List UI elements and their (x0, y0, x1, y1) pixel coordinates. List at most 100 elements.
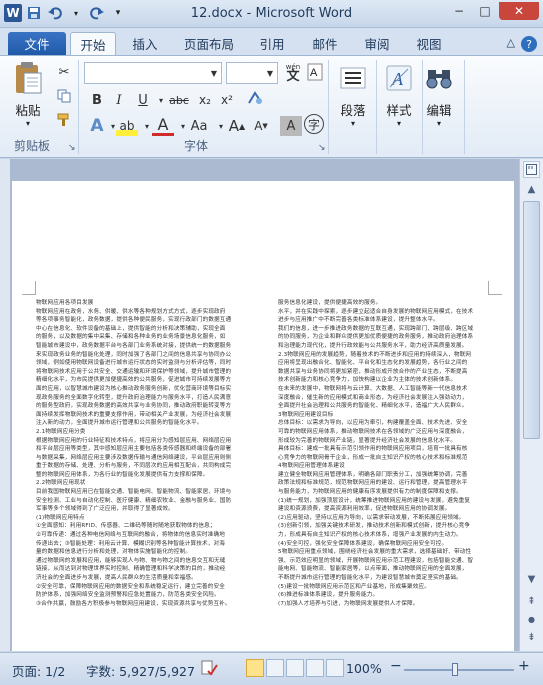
document-text-line: 我们的信息，进一步推进政务数据的互联互通，实现跨部门、跨层级、跨区域 (278, 325, 474, 332)
document-text-line: 应用将呈现出融合化、智能化、平台化和生态化的发展趋势，各行业之间的 (278, 360, 468, 367)
outline-view-icon[interactable] (306, 659, 324, 677)
text-column-right: 服务信息化建设，提供便捷高效的服务。 水平，并在实践中探索，逐步建立起适合自身发展… (278, 299, 484, 608)
document-text-line: ②可靠传递：通过各种电信网络与互联网的融合，将物体的信息实时准确地 (36, 532, 225, 539)
document-area: 物联网应用各项目发展 物联网应用在政务，水务、供暖、供水等各种规划方式方式，逐步实… (0, 159, 519, 651)
maximize-button[interactable]: □ (473, 2, 497, 20)
zoom-out-button[interactable]: − (390, 658, 402, 674)
document-text-line: 建设和资源浪费，提高资源利用效率，促进物联网应用的协调发展。 (278, 506, 451, 513)
tab-view[interactable]: 视图 (408, 32, 450, 55)
status-bar: 页面: 1/2 字数: 5,927/5,927 100% − + (0, 652, 543, 685)
document-text-line: 总体目标：以需求为导向，以应用为牵引，构建覆盖全面、技术先进、安全 (278, 420, 468, 427)
separator (376, 60, 377, 154)
cut-icon[interactable]: ✂ (53, 62, 75, 82)
word-count[interactable]: 字数: 5,927/5,927 (86, 661, 195, 680)
document-text-line: 将物联网技术应用于公共安全、交通运输和环境保护等领域，提升城市管理的 (36, 368, 232, 375)
web-layout-view-icon[interactable] (286, 659, 304, 677)
grow-font-button[interactable]: A ▲ (226, 116, 248, 136)
zoom-in-button[interactable]: + (518, 658, 530, 674)
vertical-ruler[interactable] (0, 159, 10, 651)
document-text-line: ③合作共赢，鼓励各方积极参与物联网应用建设，实现资源共享与优势互补。 (36, 600, 231, 607)
full-screen-reading-view-icon[interactable] (266, 659, 284, 677)
scroll-down-icon[interactable]: ▼ (523, 571, 540, 588)
chevron-down-icon: ▾ (396, 119, 401, 128)
chevron-down-icon[interactable]: ▼ (263, 63, 277, 83)
strikethrough-button[interactable]: abc (166, 90, 192, 110)
enclose-characters-button[interactable]: 字 (304, 114, 324, 134)
minimize-ribbon-icon[interactable]: △ (507, 36, 515, 52)
font-size-combo[interactable]: ▼ (226, 62, 278, 84)
zoom-slider-knob[interactable] (452, 663, 458, 676)
next-page-icon[interactable]: ⇟ (523, 629, 540, 646)
tab-mailings[interactable]: 邮件 (304, 32, 346, 55)
tab-file[interactable]: 文件 (8, 32, 66, 55)
italic-button[interactable]: I (108, 90, 130, 110)
document-text-line: 现政务服务的全面数字化转型，提升政府治理能力与服务水平，打造人民满意 (36, 394, 232, 401)
editing-button[interactable]: 编辑 ▾ (420, 62, 458, 128)
scroll-up-icon[interactable]: ▲ (523, 181, 540, 198)
document-text-line: 注入新的动力，全面提升城市运行管理和公共服务的智能化水平。 (36, 420, 203, 427)
format-painter-icon[interactable] (53, 110, 75, 130)
separator (78, 60, 79, 154)
document-text-line: (2)应用驱动，坚持以应用为导向，以需求带动发展，不断拓展应用领域。 (278, 514, 465, 521)
ruler-toggle-icon[interactable] (523, 161, 540, 178)
document-text-line: 2.1物联网应用分类 (36, 428, 86, 435)
browse-object-icon[interactable]: ● (523, 611, 540, 628)
document-text-line: 强、示范效应明显的领域，开展物联网应用示范工程建设，包括智能交通、智 (278, 557, 474, 564)
zoom-level[interactable]: 100% (346, 661, 382, 676)
styles-label: 样式 (386, 103, 412, 118)
character-shading-button[interactable]: A (280, 116, 302, 136)
tab-insert[interactable]: 插入 (124, 32, 166, 55)
help-icon[interactable]: ? (521, 36, 537, 52)
proofing-icon[interactable] (200, 659, 218, 680)
tab-references[interactable]: 引用 (252, 32, 292, 55)
zoom-slider[interactable] (404, 669, 514, 671)
editing-label: 编辑 (426, 103, 452, 118)
draft-view-icon[interactable] (326, 659, 344, 677)
document-text-line: (7)加强人才培养与引进，为物联网发展提供人才保障。 (278, 600, 419, 607)
page-count[interactable]: 页面: 1/2 (12, 661, 65, 680)
change-case-button[interactable]: Aa (186, 116, 212, 136)
paragraph-button[interactable]: 段落 ▾ (334, 62, 372, 128)
paste-button[interactable]: 粘贴 ▾ (12, 62, 44, 128)
document-text-line: 防护体系，加强网络安全监测预警和应急处置能力，防范各类安全风险。 (36, 592, 220, 599)
shrink-font-button[interactable]: A ▼ (250, 116, 272, 136)
paste-dropdown-icon[interactable]: ▾ (26, 119, 30, 128)
title-bar: W ▾ ▾ 12.docx - Microsoft Word − □ ✕ (0, 0, 543, 28)
tab-review[interactable]: 审阅 (356, 32, 398, 55)
bold-button[interactable]: B (86, 90, 108, 110)
document-text-line: 物联网应用在政务，水务、供暖、供水等各种规划方式方式，逐步实现政府 (36, 308, 226, 315)
close-button[interactable]: ✕ (499, 2, 539, 20)
document-text-line: 量的数据和信息进行分析和处理，对物体实施智能化的控制。 (36, 549, 192, 556)
subscript-button[interactable]: x₂ (194, 90, 216, 110)
vertical-scrollbar[interactable]: ▲ ▼ ⇞ ● ⇟ (519, 159, 543, 651)
document-text-line: 形成较为完善的物联网产业链，显著提升经济社会发展的信息化水平。 (278, 437, 457, 444)
chevron-down-icon[interactable]: ▼ (207, 63, 221, 83)
document-text-line: 安全检测、工业与自动化控制、医疗健康、精细农牧业、金融与服务业、国防 (36, 497, 232, 504)
document-text-line: 在未来的发展中，物联网将与云计算、大数据、人工智能等新一代信息技术 (278, 385, 468, 392)
document-text-line: 2.3物联网应用的发展趋势，随着技术的不断进步和应用的持续深入，物联网 (278, 351, 472, 358)
change-style-icon[interactable] (244, 88, 266, 108)
document-text-line: 全面提升社会治理和公共服务的智能化、精细化水平，造福广大人民群众。 (278, 403, 468, 410)
minimize-button[interactable]: − (447, 2, 471, 20)
scrollbar-thumb[interactable] (523, 201, 540, 439)
copy-icon[interactable] (53, 86, 75, 106)
font-name-combo[interactable]: ▼ (84, 62, 222, 84)
font-color-button[interactable]: A (152, 115, 174, 136)
clipboard-launcher-icon[interactable]: ↘ (68, 143, 76, 153)
styles-button[interactable]: A 样式 ▾ (380, 62, 418, 128)
clear-format-icon[interactable]: A (304, 62, 326, 82)
document-text-line: (5)建设一批物联网应用示范区和产业基地，形成集聚效应。 (278, 583, 430, 590)
font-group-label: 字体 (184, 139, 209, 153)
print-layout-view-icon[interactable] (246, 659, 264, 677)
superscript-button[interactable]: x² (216, 90, 238, 110)
highlight-button[interactable]: ab (116, 116, 138, 136)
document-text-line: 可靠的物联网应用体系，推动物联网技术在各领域的广泛应用与深度融合， (278, 428, 468, 435)
tab-home[interactable]: 开始 (70, 32, 116, 55)
phonetic-guide-icon[interactable]: wén 文 (283, 62, 303, 83)
clipboard-group-label: 剪贴板 (14, 139, 51, 153)
tab-page-layout[interactable]: 页面布局 (176, 32, 242, 55)
document-page[interactable]: 物联网应用各项目发展 物联网应用在政务，水务、供暖、供水等各种规划方式方式，逐步实… (12, 181, 514, 651)
previous-page-icon[interactable]: ⇞ (523, 593, 540, 610)
document-text-line: 精细化水平，为市民提供更加便捷高效的公共服务，促进城市可持续发展等方 (36, 377, 232, 384)
font-launcher-icon[interactable]: ↘ (318, 143, 326, 153)
